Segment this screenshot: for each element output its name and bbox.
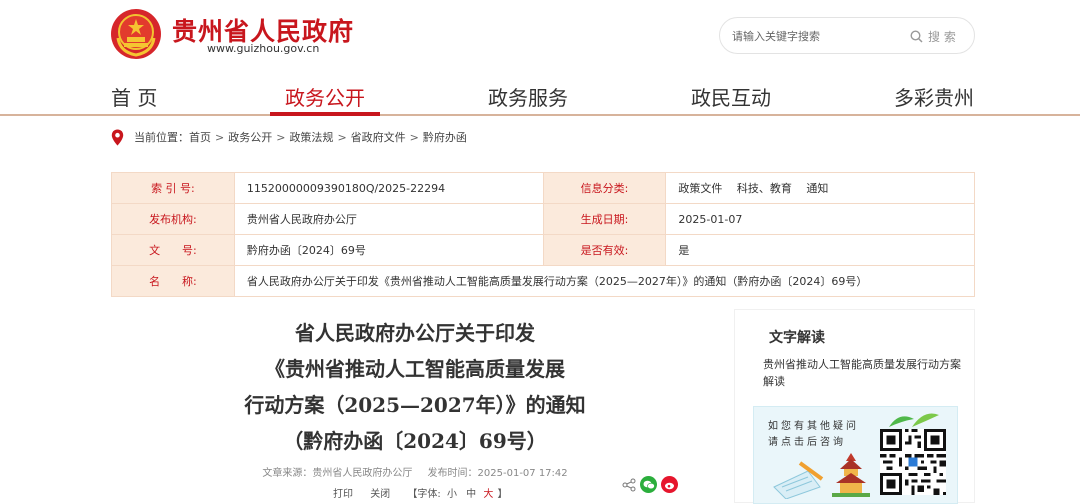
pavilion-icon	[832, 453, 870, 497]
table-row: 名 称: 省人民政府办公厅关于印发《贵州省推动人工智能高质量发展行动方案（202…	[111, 265, 976, 297]
breadcrumb: 当前位置： 首页 > 政务公开 > 政策法规 > 省政府文件 > 黔府办函	[111, 127, 467, 147]
national-emblem-icon[interactable]	[110, 8, 162, 60]
breadcrumb-item-home[interactable]: 首页	[189, 129, 211, 145]
nav-active-indicator	[270, 112, 380, 116]
date-value: 2025-01-07	[665, 203, 975, 235]
interpretation-link[interactable]: 贵州省推动人工智能高质量发展行动方案解读	[763, 356, 963, 390]
table-row: 索 引 号: 11520000009390180Q/2025-22294 信息分…	[111, 172, 975, 204]
font-size-medium-button[interactable]: 中	[466, 489, 476, 500]
index-number-value: 11520000009390180Q/2025-22294	[233, 172, 544, 204]
close-button[interactable]: 关闭	[370, 489, 390, 500]
font-size-small-button[interactable]: 小	[447, 489, 457, 500]
document-title-line: 行动方案（2025—2027年）》的通知	[244, 393, 586, 417]
consultation-text-line: 如您有其他疑问	[768, 421, 859, 432]
article-publish-time: 发布时间：2025-01-07 17:42	[427, 468, 568, 479]
share-bar	[622, 476, 678, 493]
weibo-icon[interactable]	[661, 476, 678, 493]
search-icon	[910, 29, 923, 43]
article-actions: 打印 关闭 【字体: 小 中 大 】	[333, 485, 508, 500]
print-button[interactable]: 打印	[333, 489, 353, 500]
document-pen-icon	[773, 461, 824, 499]
font-size-label: 【字体:	[407, 489, 441, 500]
document-number-value: 黔府办函〔2024〕69号	[233, 234, 544, 266]
document-meta-table: 索 引 号: 11520000009390180Q/2025-22294 信息分…	[111, 172, 976, 297]
search-box: 搜 索	[719, 17, 975, 54]
nav-item-government-services[interactable]: 政务服务	[488, 82, 568, 111]
font-size-label-end: 】	[497, 489, 508, 500]
document-title: 省人民政府办公厅关于印发 《贵州省推动人工智能高质量发展 行动方案（2025—2…	[111, 315, 719, 459]
document-number-label: 文 号:	[111, 234, 235, 266]
validity-label: 是否有效:	[542, 234, 667, 266]
sidebar-title: 文字解读	[769, 330, 825, 346]
breadcrumb-separator: >	[276, 130, 286, 144]
breadcrumb-prefix: 当前位置：	[134, 131, 189, 144]
article-source: 文章来源：贵州省人民政府办公厅	[262, 468, 413, 479]
nav-item-colorful-guizhou[interactable]: 多彩贵州	[894, 82, 974, 111]
nav-item-government-affairs[interactable]: 政务公开	[285, 82, 365, 111]
breadcrumb-item-policies[interactable]: 政策法规	[289, 129, 333, 145]
publisher-label: 发布机构:	[111, 203, 235, 235]
site-url: www.guizhou.gov.cn	[207, 42, 320, 55]
document-name-value: 省人民政府办公厅关于印发《贵州省推动人工智能高质量发展行动方案（2025—202…	[233, 265, 976, 297]
search-input[interactable]	[732, 25, 900, 47]
publisher-value: 贵州省人民政府办公厅	[233, 203, 544, 235]
qr-code-icon[interactable]	[880, 429, 946, 495]
share-icon[interactable]	[622, 478, 636, 492]
breadcrumb-separator: >	[215, 130, 225, 144]
index-number-label: 索 引 号:	[111, 172, 235, 204]
consultation-text-line: 请点击后咨询	[768, 437, 846, 448]
validity-value: 是	[665, 234, 975, 266]
consultation-card[interactable]: 如您有其他疑问 请点击后咨询	[753, 406, 958, 504]
category-value: 政策文件 科技、教育 通知	[665, 172, 975, 204]
breadcrumb-item-provincial-documents[interactable]: 省政府文件	[351, 129, 406, 145]
main-nav: 首 页 政务公开 政务服务 政民互动 多彩贵州	[0, 74, 1080, 116]
consultation-text: 如您有其他疑问 请点击后咨询	[768, 419, 859, 451]
article-panel: 省人民政府办公厅关于印发 《贵州省推动人工智能高质量发展 行动方案（2025—2…	[111, 305, 719, 503]
search-button[interactable]: 搜 索	[910, 24, 956, 48]
table-row: 发布机构: 贵州省人民政府办公厅 生成日期: 2025-01-07	[111, 203, 975, 235]
document-title-line: （黔府办函〔2024〕69号）	[283, 429, 547, 453]
font-size-large-button[interactable]: 大	[483, 489, 493, 500]
document-title-line: 《贵州省推动人工智能高质量发展	[265, 357, 565, 381]
interpretation-sidebar: 文字解读 贵州省推动人工智能高质量发展行动方案解读 如您有其他疑问 请点击后咨询	[734, 309, 975, 504]
leaf-decoration-icon	[889, 413, 939, 427]
nav-item-public-interaction[interactable]: 政民互动	[691, 82, 771, 111]
breadcrumb-item-government-affairs[interactable]: 政务公开	[228, 129, 272, 145]
category-label: 信息分类:	[542, 172, 667, 204]
site-header: 贵州省人民政府 www.guizhou.gov.cn 搜 索	[0, 0, 1080, 70]
nav-divider	[0, 114, 1080, 116]
date-label: 生成日期:	[542, 203, 667, 235]
breadcrumb-separator: >	[337, 130, 347, 144]
breadcrumb-separator: >	[409, 130, 419, 144]
nav-item-home[interactable]: 首 页	[111, 82, 157, 111]
breadcrumb-item-qianfubanhan[interactable]: 黔府办函	[423, 129, 467, 145]
location-pin-icon	[111, 129, 124, 145]
table-row: 文 号: 黔府办函〔2024〕69号 是否有效: 是	[111, 234, 975, 266]
document-name-label: 名 称:	[111, 265, 235, 297]
document-title-line: 省人民政府办公厅关于印发	[295, 321, 535, 345]
wechat-icon[interactable]	[640, 476, 657, 493]
search-button-label: 搜 索	[928, 29, 956, 44]
